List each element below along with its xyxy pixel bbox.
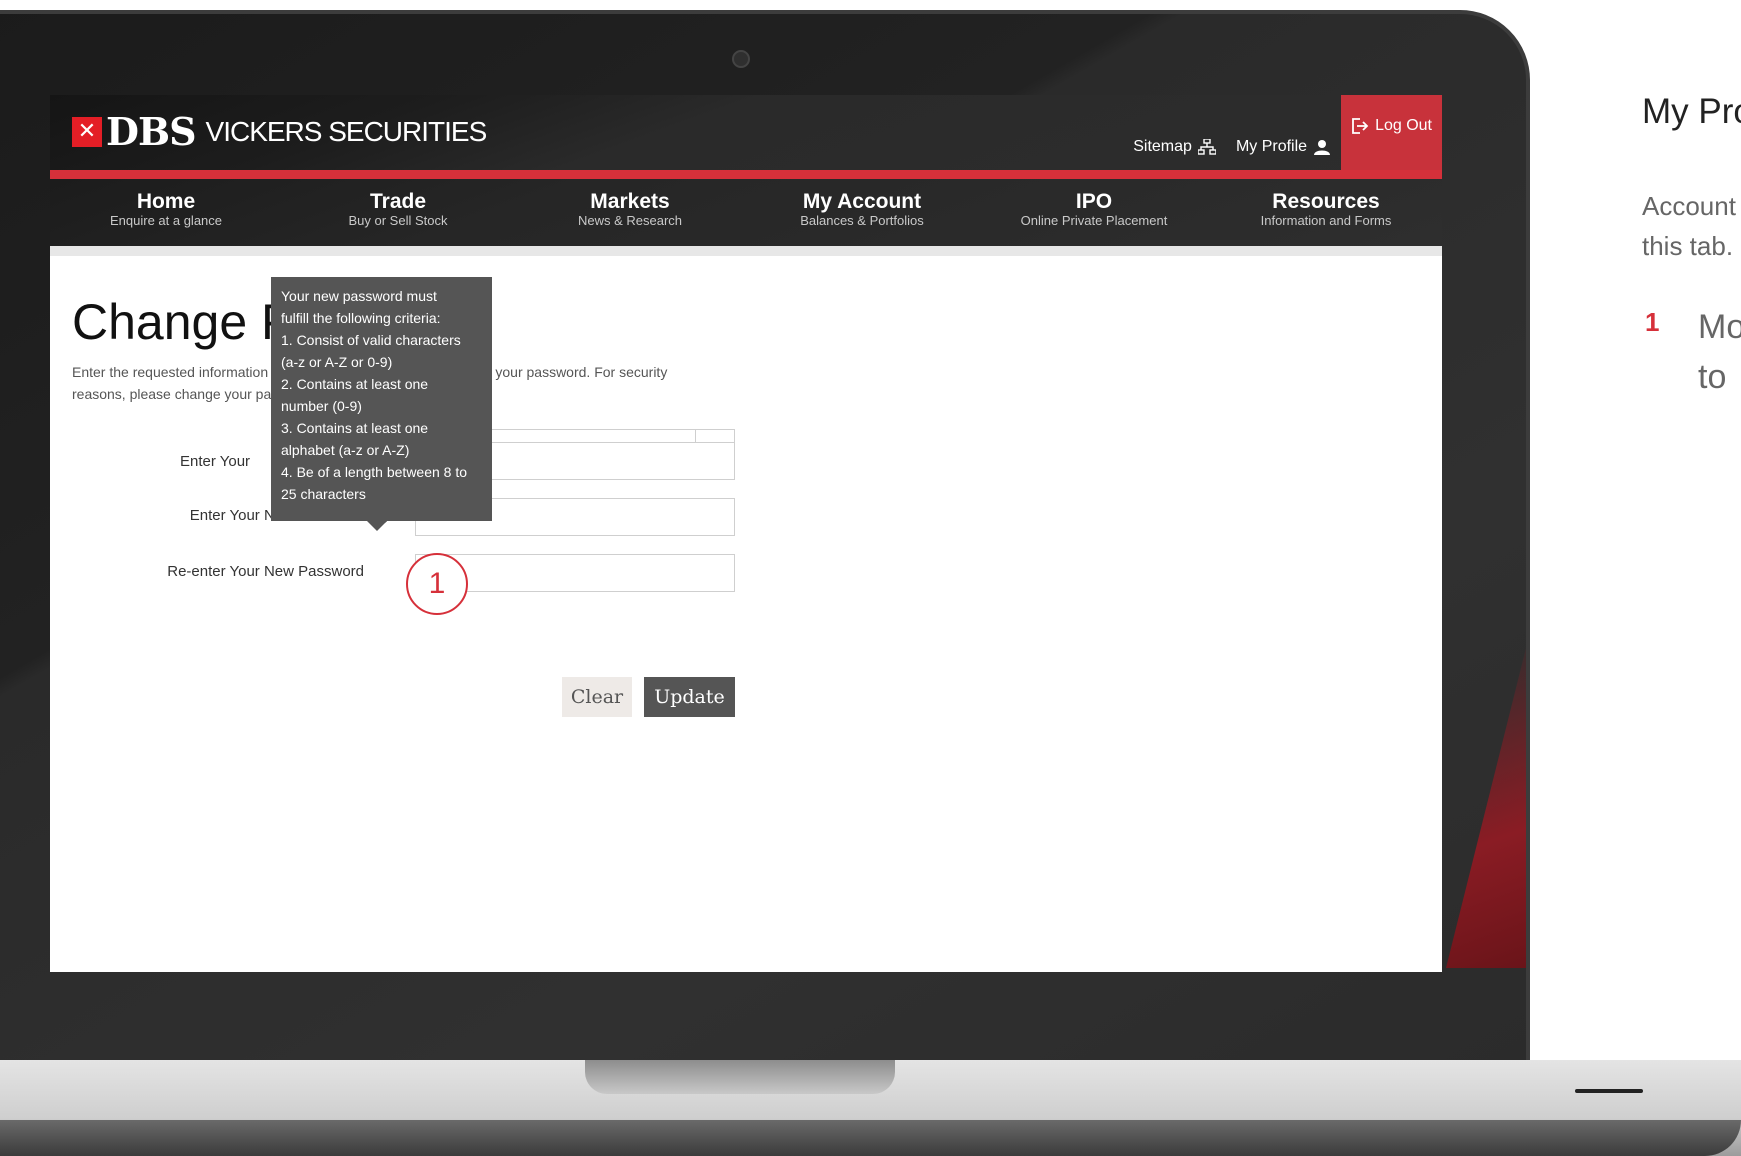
nav-subtitle: Balances & Portfolios: [800, 213, 924, 228]
side-panel-description: Account this tab.: [1642, 186, 1741, 266]
side-panel-title: My Pro: [1642, 92, 1741, 131]
sitemap-label: Sitemap: [1133, 138, 1192, 155]
side-step-line: to: [1698, 358, 1727, 396]
nav-markets[interactable]: Markets News & Research: [514, 179, 746, 246]
side-step-line: Mo: [1698, 308, 1741, 346]
nav-title: Home: [136, 190, 196, 213]
update-button[interactable]: Update: [644, 677, 735, 717]
browser-screen: ✕ DBS VICKERS SECURITIES Sitemap My Prof…: [50, 95, 1442, 972]
nav-subtitle: News & Research: [577, 213, 683, 228]
nav-home[interactable]: Home Enquire at a glance: [50, 179, 282, 246]
tooltip-line: 25 characters: [281, 486, 366, 502]
clear-button[interactable]: Clear: [562, 677, 632, 717]
description-text-right: ge your password. For security: [475, 364, 668, 380]
content-top-band: [50, 246, 1442, 256]
description-text-left: Enter the requested information: [72, 364, 269, 380]
page-title: Change P: [72, 294, 295, 350]
logo-brand: DBS: [106, 109, 197, 154]
nav-ipo[interactable]: IPO Online Private Placement: [978, 179, 1210, 246]
description-text-line2: reasons, please change your pa: [72, 386, 272, 402]
tooltip-line: alphabet (a-z or A-Z): [281, 442, 410, 458]
nav-subtitle: Enquire at a glance: [109, 213, 223, 228]
nav-title: Trade: [369, 190, 427, 213]
side-desc-line: this tab.: [1642, 231, 1734, 261]
tooltip-line: Your new password must: [281, 288, 437, 304]
tooltip-line: number (0-9): [281, 398, 362, 414]
sitemap-icon: [1197, 139, 1216, 155]
logout-label: Log Out: [1375, 116, 1432, 134]
tooltip-line: fulfill the following criteria:: [281, 310, 441, 326]
laptop-base-lip: [0, 1120, 1741, 1156]
reenter-password-label: Re-enter Your New Password: [167, 563, 364, 580]
nav-trade[interactable]: Trade Buy or Sell Stock: [282, 179, 514, 246]
password-criteria-tooltip: Your new password must fulfill the follo…: [271, 277, 492, 531]
nav-title: Markets: [590, 190, 670, 213]
tooltip-line: 1. Consist of valid characters: [281, 332, 461, 348]
header-accent-bar: [50, 170, 1442, 179]
sitemap-link[interactable]: Sitemap: [1123, 138, 1226, 170]
nav-resources[interactable]: Resources Information and Forms: [1210, 179, 1442, 246]
utility-links: Sitemap My Profile Log Out: [1123, 95, 1442, 170]
nav-subtitle: Information and Forms: [1260, 213, 1392, 228]
side-step-number: 1: [1645, 307, 1660, 337]
nav-title: IPO: [1075, 190, 1113, 213]
laptop-notch: [585, 1060, 895, 1094]
tooltip-line: (a-z or A-Z or 0-9): [281, 354, 393, 370]
nav-title: My Account: [802, 190, 922, 213]
tooltip-line: 4. Be of a length between 8 to: [281, 464, 468, 480]
bezel-accent: [1446, 648, 1526, 968]
logout-icon: [1352, 117, 1369, 134]
nav-my-account[interactable]: My Account Balances & Portfolios: [746, 179, 978, 246]
side-step-text: Mo to: [1698, 302, 1741, 402]
logo-subtitle: VICKERS SECURITIES: [205, 115, 488, 147]
nav-title: Resources: [1272, 190, 1380, 213]
dbs-star-icon: ✕: [72, 116, 102, 147]
my-profile-label: My Profile: [1235, 138, 1308, 155]
tooltip-line: 3. Contains at least one: [281, 420, 429, 436]
dbs-logo[interactable]: ✕ DBS VICKERS SECURITIES: [72, 109, 488, 154]
logout-button[interactable]: Log Out: [1341, 95, 1442, 170]
nav-subtitle: Online Private Placement: [1020, 213, 1168, 228]
tooltip-line: 2. Contains at least one: [281, 376, 429, 392]
top-bar: ✕ DBS VICKERS SECURITIES Sitemap My Prof…: [50, 95, 1442, 170]
step-callout: 1: [406, 553, 468, 615]
nav-subtitle: Buy or Sell Stock: [348, 213, 448, 228]
main-nav: Home Enquire at a glance Trade Buy or Se…: [50, 179, 1442, 246]
laptop-slot: [1575, 1089, 1643, 1093]
my-profile-link[interactable]: My Profile: [1226, 138, 1341, 170]
webcam: [732, 50, 750, 68]
side-desc-line: Account: [1642, 191, 1736, 221]
user-icon: [1314, 140, 1331, 155]
